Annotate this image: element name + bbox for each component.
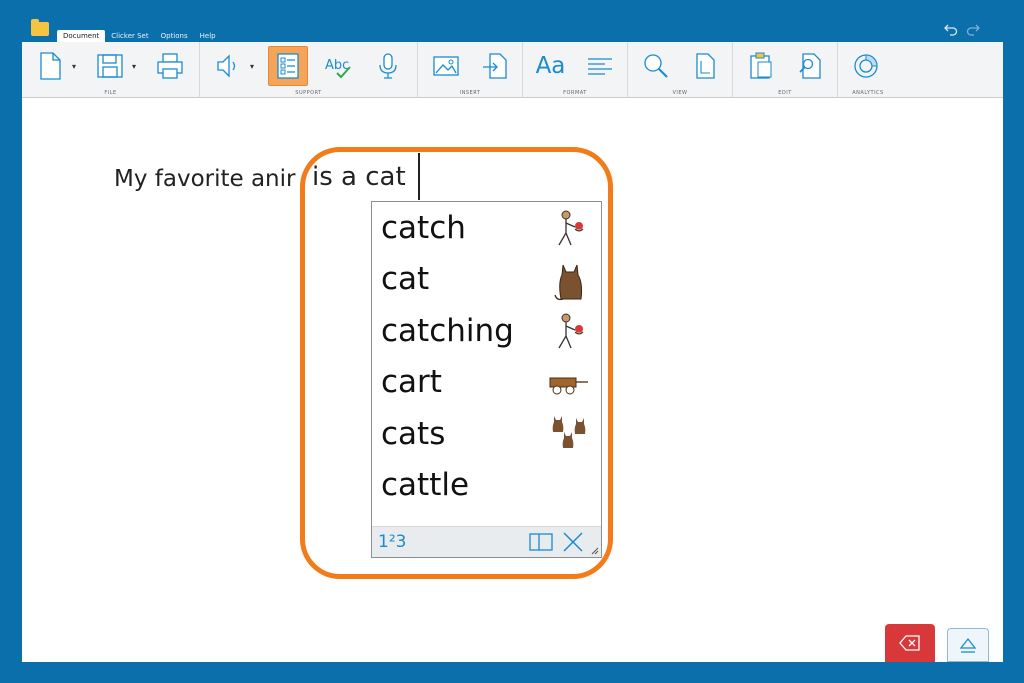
document-text[interactable]: My favorite anir is a cat <box>114 162 408 192</box>
prediction-word: cats <box>381 415 446 452</box>
speaker-icon <box>217 54 236 78</box>
save-icon <box>97 54 123 78</box>
prediction-word: cat <box>381 261 430 298</box>
undo-icon[interactable] <box>944 22 958 36</box>
document-area[interactable]: My favorite anir is a cat catch cat catc… <box>22 98 1003 662</box>
group-format: Aa FORMAT <box>523 42 628 98</box>
close-icon[interactable] <box>561 532 585 552</box>
group-edit: EDIT <box>733 42 838 98</box>
find-button[interactable] <box>790 46 829 86</box>
group-view: VIEW <box>628 42 733 98</box>
page-size-icon <box>695 53 715 79</box>
group-support: ▾ Abc SUPPORT <box>200 42 418 98</box>
speech-dropdown-icon[interactable]: ▾ <box>250 46 258 86</box>
align-icon <box>587 58 612 75</box>
analytics-button[interactable] <box>846 46 886 86</box>
prediction-word: cart <box>381 364 442 401</box>
tab-clicker-set[interactable]: Clicker Set <box>105 30 154 42</box>
document-line: My favorite anir <box>114 166 296 192</box>
backspace-icon <box>899 635 920 651</box>
cart-symbol-icon <box>549 377 588 394</box>
number-prediction-button[interactable]: 1²3 <box>378 532 406 552</box>
group-label-analytics: ANALYTICS <box>852 90 884 96</box>
picture-icon <box>432 56 459 76</box>
save-dropdown-icon[interactable]: ▾ <box>132 46 140 86</box>
show-keyboard-button[interactable] <box>947 628 989 662</box>
predictor-footer: 1²3 <box>372 526 601 557</box>
group-file: ▾ ▾ FILE <box>22 42 200 98</box>
prediction-item[interactable]: cat <box>372 254 601 306</box>
prediction-word: cattle <box>381 467 470 504</box>
insert-picture-button[interactable] <box>426 46 465 86</box>
new-document-icon <box>40 52 61 80</box>
speech-button[interactable] <box>208 46 248 86</box>
font-label: Aa <box>535 53 566 79</box>
group-label-file: FILE <box>104 90 117 96</box>
paste-button[interactable] <box>741 46 780 86</box>
predictor-footer-icons <box>529 532 585 552</box>
prediction-item[interactable]: cats <box>372 408 601 460</box>
folder-icon[interactable] <box>31 19 49 36</box>
prediction-item[interactable]: cattle <box>372 460 601 512</box>
prediction-item[interactable]: cart <box>372 357 601 409</box>
tab-document[interactable]: Document <box>57 30 106 42</box>
undo-redo <box>944 22 980 36</box>
prediction-item[interactable]: catching <box>372 305 601 357</box>
zoom-button[interactable] <box>636 46 675 86</box>
magnifier-icon <box>643 54 668 78</box>
donut-chart-icon <box>854 54 878 78</box>
insert-file-button[interactable] <box>475 46 514 86</box>
spellcheck-button[interactable]: Abc <box>318 46 358 86</box>
catch-symbol-icon <box>558 210 584 246</box>
backspace-button[interactable] <box>885 624 935 662</box>
tab-options[interactable]: Options <box>155 30 194 42</box>
prediction-word: catching <box>381 312 514 349</box>
group-analytics: ANALYTICS <box>838 42 898 98</box>
paragraph-button[interactable] <box>580 46 619 86</box>
microphone-icon <box>379 53 397 79</box>
print-button[interactable] <box>150 46 190 86</box>
new-document-button[interactable] <box>30 46 70 86</box>
prediction-item[interactable]: catch <box>372 202 601 254</box>
insert-file-icon <box>482 53 507 79</box>
find-document-icon <box>798 53 821 79</box>
word-predictor-button[interactable] <box>268 46 308 86</box>
save-button[interactable] <box>90 46 130 86</box>
group-label-edit: EDIT <box>778 90 792 96</box>
cat-symbol-icon <box>554 264 583 300</box>
font-button[interactable]: Aa <box>531 46 570 86</box>
dock-panel-icon[interactable] <box>529 532 553 552</box>
redo-icon[interactable] <box>966 22 980 36</box>
print-icon <box>157 53 183 79</box>
prediction-word: catch <box>381 209 466 246</box>
menu-tabs: Document Clicker Set Options Help <box>57 30 222 42</box>
word-predictor-panel: catch cat catching cart cats cattle 1²3 <box>371 201 602 558</box>
clipboard-icon <box>749 52 771 79</box>
cats-symbol-icon <box>552 416 586 448</box>
group-label-view: VIEW <box>672 90 688 96</box>
microphone-button[interactable] <box>368 46 408 86</box>
word-list-icon <box>277 53 299 79</box>
spellcheck-icon: Abc <box>325 58 351 79</box>
tab-help[interactable]: Help <box>194 30 222 42</box>
resize-grip-icon[interactable] <box>591 547 599 555</box>
catching-symbol-icon <box>558 313 584 349</box>
group-label-support: SUPPORT <box>295 90 322 96</box>
page-size-button[interactable] <box>685 46 724 86</box>
group-label-format: FORMAT <box>563 90 587 96</box>
title-bar: Document Clicker Set Options Help <box>0 0 1024 42</box>
ribbon-toolbar: ▾ ▾ FILE ▾ Abc SUPPORT INSERT Aa FORMAT … <box>22 42 1003 98</box>
eject-icon <box>959 637 977 653</box>
group-label-insert: INSERT <box>459 90 481 96</box>
group-insert: INSERT <box>418 42 523 98</box>
new-dropdown-icon[interactable]: ▾ <box>72 46 80 86</box>
